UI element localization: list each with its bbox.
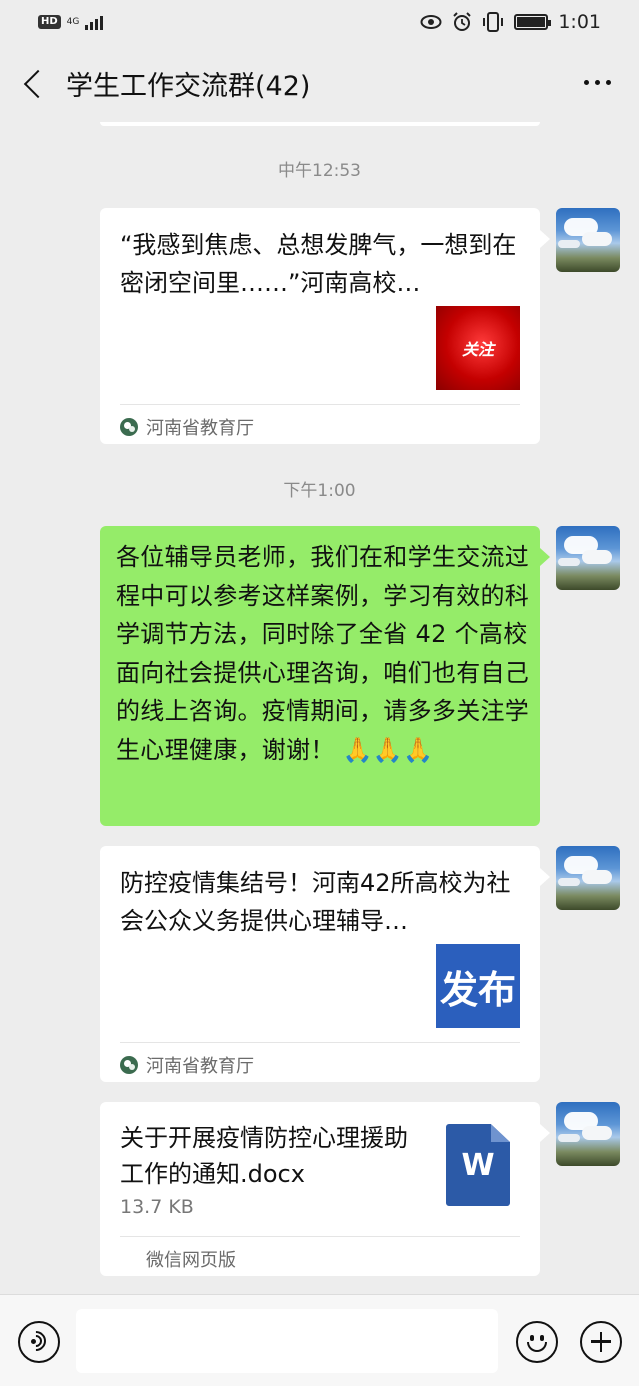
avatar[interactable] bbox=[556, 526, 620, 590]
more-icon[interactable] bbox=[584, 80, 611, 85]
source-label: 河南省教育厅 bbox=[146, 1056, 254, 1077]
article-card[interactable]: 防控疫情集结号！河南42所高校为社会公众义务提供心理辅导… 发布 河南省教育厅 bbox=[100, 846, 550, 1082]
official-account-icon bbox=[120, 418, 138, 436]
word-icon-letter: W bbox=[461, 1147, 495, 1183]
input-bar bbox=[0, 1294, 639, 1386]
more-actions-button[interactable] bbox=[580, 1321, 622, 1363]
page-title: 学生工作交流群(42) bbox=[66, 70, 311, 102]
status-left: HD 4G bbox=[38, 14, 104, 30]
eye-icon bbox=[420, 15, 442, 29]
hd-badge: HD bbox=[38, 15, 61, 29]
article-card[interactable]: “我感到焦虑、总想发脾气，一想到在密闭空间里……”河南高校… 关注 河南省教育厅 bbox=[100, 208, 550, 444]
text-message[interactable]: 各位辅导员老师，我们在和学生交流过程中可以参考这样案例，学习有效的科学调节方法，… bbox=[100, 526, 550, 826]
file-size: 13.7 KB bbox=[120, 1196, 194, 1218]
article-thumbnail: 发布 bbox=[436, 944, 520, 1028]
status-right: 1:01 bbox=[420, 11, 601, 33]
thumbnail-text: 关注 bbox=[461, 340, 494, 359]
official-account-icon bbox=[120, 1056, 138, 1074]
article-source: 河南省教育厅 bbox=[120, 1052, 254, 1078]
file-name: 关于开展疫情防控心理援助工作的通知.docx bbox=[120, 1124, 408, 1188]
network-type: 4G bbox=[66, 16, 80, 27]
thumbnail-text: 发布 bbox=[439, 967, 516, 1012]
avatar[interactable] bbox=[556, 846, 620, 910]
chat-header: 学生工作交流群(42) bbox=[0, 44, 639, 122]
signal-icon bbox=[85, 14, 104, 30]
word-file-icon: W bbox=[446, 1124, 510, 1206]
vibrate-icon bbox=[483, 12, 504, 32]
chat-list[interactable]: 中午12:53 “我感到焦虑、总想发脾气，一想到在密闭空间里……”河南高校… 关… bbox=[0, 122, 639, 1294]
article-title: 防控疫情集结号！河南42所高校为社会公众义务提供心理辅导… bbox=[120, 869, 511, 935]
previous-message[interactable] bbox=[100, 122, 540, 126]
timestamp: 下午1:00 bbox=[283, 481, 356, 501]
status-bar: HD 4G 1:01 bbox=[0, 0, 639, 44]
file-source: 微信网页版 bbox=[146, 1246, 236, 1272]
article-source: 河南省教育厅 bbox=[120, 414, 254, 440]
article-title: “我感到焦虑、总想发脾气，一想到在密闭空间里……”河南高校… bbox=[120, 231, 517, 297]
avatar[interactable] bbox=[556, 208, 620, 272]
card-divider bbox=[120, 1236, 520, 1237]
message-text: 各位辅导员老师，我们在和学生交流过程中可以参考这样案例，学习有效的科学调节方法，… bbox=[116, 543, 530, 764]
clock: 1:01 bbox=[558, 11, 601, 33]
file-card[interactable]: 关于开展疫情防控心理援助工作的通知.docx 13.7 KB W 微信网页版 bbox=[100, 1102, 550, 1276]
card-divider bbox=[120, 1042, 520, 1043]
avatar[interactable] bbox=[556, 1102, 620, 1166]
battery-icon bbox=[514, 14, 552, 30]
alarm-icon bbox=[453, 12, 472, 31]
article-thumbnail: 关注 bbox=[436, 306, 520, 390]
file-source-label: 微信网页版 bbox=[146, 1250, 236, 1271]
emoji-button[interactable] bbox=[516, 1321, 558, 1363]
timestamp: 中午12:53 bbox=[278, 161, 361, 181]
voice-button[interactable] bbox=[18, 1321, 60, 1363]
card-divider bbox=[120, 404, 520, 405]
back-icon[interactable] bbox=[0, 44, 58, 122]
source-label: 河南省教育厅 bbox=[146, 418, 254, 439]
message-input[interactable] bbox=[76, 1309, 498, 1373]
